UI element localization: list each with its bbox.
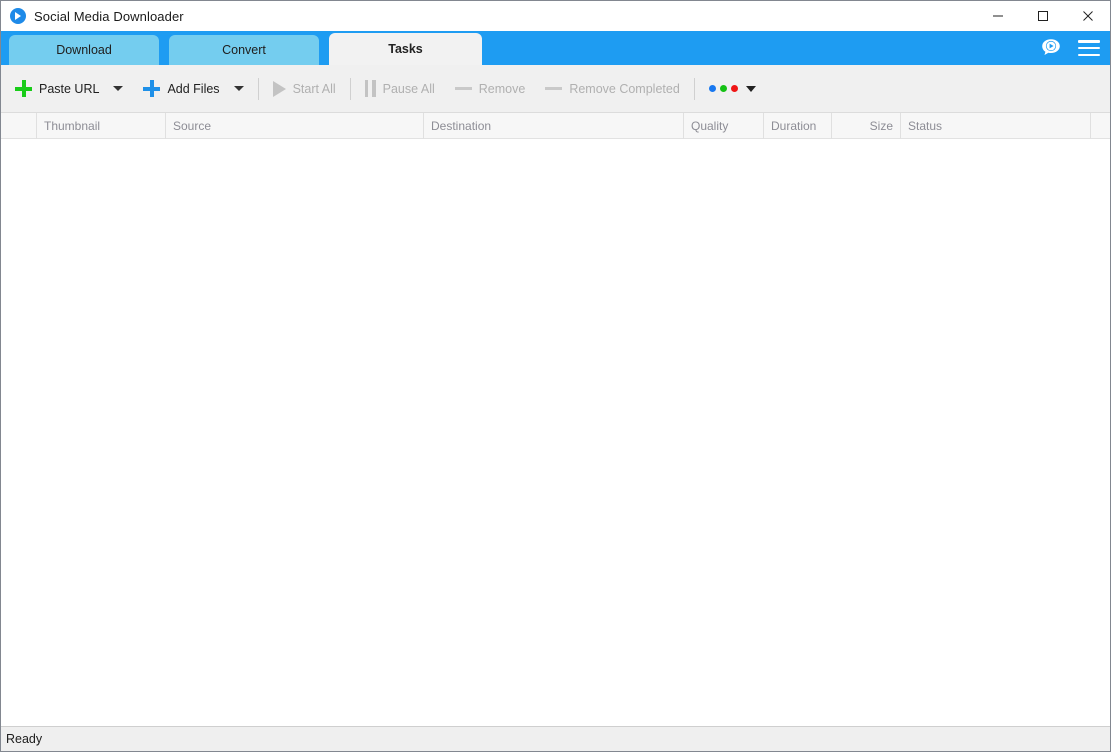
tab-download-label: Download (56, 43, 112, 57)
task-table-body[interactable] (1, 139, 1110, 726)
status-text: Ready (6, 732, 43, 746)
plus-icon (15, 80, 32, 97)
maximize-button[interactable] (1020, 1, 1065, 31)
column-header-destination[interactable]: Destination (424, 112, 684, 139)
tab-convert[interactable]: Convert (169, 35, 319, 65)
remove-button[interactable]: Remove (454, 74, 526, 104)
task-table-header: Thumbnail Source Destination Quality Dur… (1, 112, 1110, 139)
add-files-dropdown-icon[interactable] (233, 86, 244, 91)
status-filter-dots[interactable] (708, 85, 756, 92)
minimize-button[interactable] (975, 1, 1020, 31)
download-circle-icon (10, 8, 26, 24)
tab-convert-label: Convert (222, 43, 266, 57)
paste-url-dropdown-icon[interactable] (113, 86, 124, 91)
add-files-label: Add Files (167, 81, 220, 96)
tab-download[interactable]: Download (9, 35, 159, 65)
status-filter-dropdown-icon[interactable] (745, 85, 756, 92)
status-bar: Ready (1, 726, 1110, 751)
status-dot-blue (708, 85, 716, 92)
tab-bar-actions (1036, 31, 1104, 65)
toolbar-separator (693, 77, 695, 100)
hamburger-menu-icon[interactable] (1074, 33, 1104, 63)
column-header-select[interactable] (1, 112, 37, 139)
plus-icon (143, 80, 161, 97)
remove-completed-label: Remove Completed (569, 81, 680, 96)
play-icon (272, 80, 286, 97)
column-header-source[interactable]: Source (166, 112, 424, 139)
column-header-status[interactable]: Status (901, 112, 1091, 139)
column-header-size[interactable]: Size (832, 112, 901, 139)
app-window: Social Media Downloader Download Convert… (0, 0, 1111, 752)
toolbar: Paste URL Add Files Start All Pause All … (1, 65, 1110, 113)
dash-icon (545, 86, 563, 91)
toolbar-separator (349, 77, 351, 100)
pause-all-label: Pause All (382, 81, 435, 96)
remove-label: Remove (478, 81, 526, 96)
task-table: Thumbnail Source Destination Quality Dur… (1, 112, 1110, 726)
window-controls (975, 1, 1110, 31)
toolbar-separator (257, 77, 259, 100)
tab-tasks-label: Tasks (388, 42, 423, 56)
window-title: Social Media Downloader (34, 8, 184, 24)
chat-play-icon[interactable] (1036, 33, 1066, 63)
column-header-duration[interactable]: Duration (764, 112, 832, 139)
paste-url-button[interactable]: Paste URL (15, 74, 99, 104)
column-header-quality[interactable]: Quality (684, 112, 764, 139)
column-header-thumbnail[interactable]: Thumbnail (37, 112, 166, 139)
paste-url-label: Paste URL (39, 81, 100, 96)
dash-icon (454, 86, 472, 91)
remove-completed-button[interactable]: Remove Completed (545, 74, 680, 104)
add-files-button[interactable]: Add Files (143, 74, 220, 104)
pause-all-button[interactable]: Pause All (364, 74, 435, 104)
tab-bar: Download Convert Tasks (1, 31, 1110, 65)
hamburger-bars (1078, 40, 1100, 56)
status-dot-red (730, 85, 738, 92)
close-button[interactable] (1065, 1, 1110, 31)
start-all-label: Start All (292, 81, 336, 96)
tab-tasks[interactable]: Tasks (329, 33, 482, 65)
title-bar: Social Media Downloader (1, 1, 1110, 31)
start-all-button[interactable]: Start All (272, 74, 336, 104)
status-dot-green (719, 85, 727, 92)
pause-icon (364, 80, 376, 97)
